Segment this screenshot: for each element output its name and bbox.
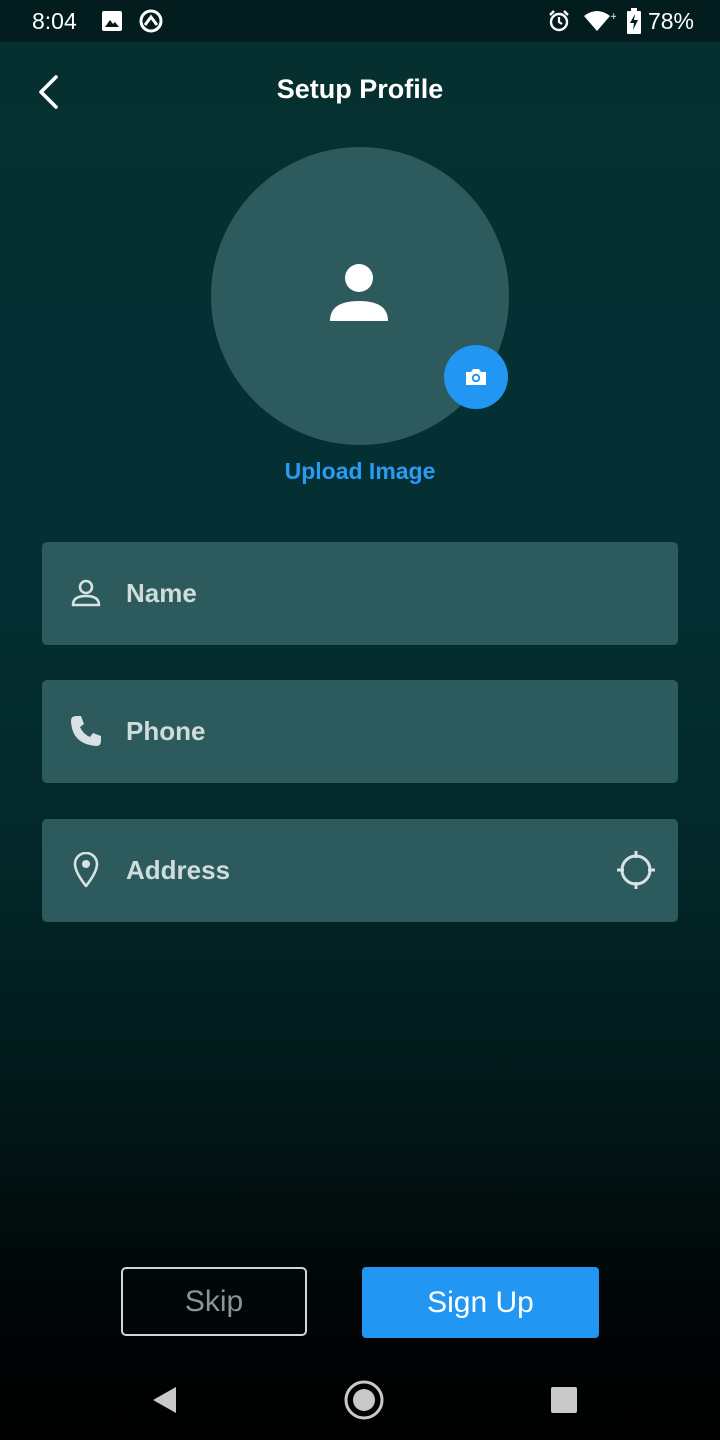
phone-input[interactable]: Phone <box>126 716 205 747</box>
nav-recents-button[interactable] <box>542 1378 586 1422</box>
image-icon <box>101 10 123 37</box>
camera-button[interactable] <box>444 345 508 409</box>
nav-back-button[interactable] <box>142 1378 186 1422</box>
skip-button[interactable]: Skip <box>121 1267 307 1336</box>
phone-field[interactable]: Phone <box>42 680 678 783</box>
home-circle-icon <box>344 1380 384 1420</box>
person-icon <box>329 263 391 330</box>
camera-icon <box>466 369 486 385</box>
recents-square-icon <box>551 1387 577 1413</box>
upload-image-link[interactable]: Upload Image <box>0 458 720 485</box>
name-field[interactable]: Name <box>42 542 678 645</box>
status-bar: 8:04 + 78% <box>0 0 720 42</box>
address-field[interactable]: Address <box>42 819 678 922</box>
name-input[interactable]: Name <box>126 578 197 609</box>
back-triangle-icon <box>153 1387 176 1413</box>
wifi-icon: + <box>582 9 618 38</box>
sync-icon <box>138 8 164 39</box>
app-bar: Setup Profile <box>0 42 720 138</box>
gps-crosshair-icon <box>617 851 655 889</box>
system-nav-bar <box>0 1360 720 1440</box>
battery-charging-icon <box>626 8 642 39</box>
location-pin-icon <box>66 850 106 890</box>
person-outline-icon <box>66 573 106 613</box>
status-time: 8:04 <box>32 8 77 34</box>
phone-icon <box>66 711 106 751</box>
alarm-icon <box>547 9 571 38</box>
address-input[interactable]: Address <box>126 855 230 886</box>
battery-percent: 78% <box>647 8 694 34</box>
svg-text:+: + <box>610 12 616 22</box>
sign-up-button[interactable]: Sign Up <box>362 1267 599 1338</box>
page-title: Setup Profile <box>276 74 444 104</box>
gps-locate-button[interactable] <box>614 848 658 892</box>
nav-home-button[interactable] <box>342 1378 386 1422</box>
